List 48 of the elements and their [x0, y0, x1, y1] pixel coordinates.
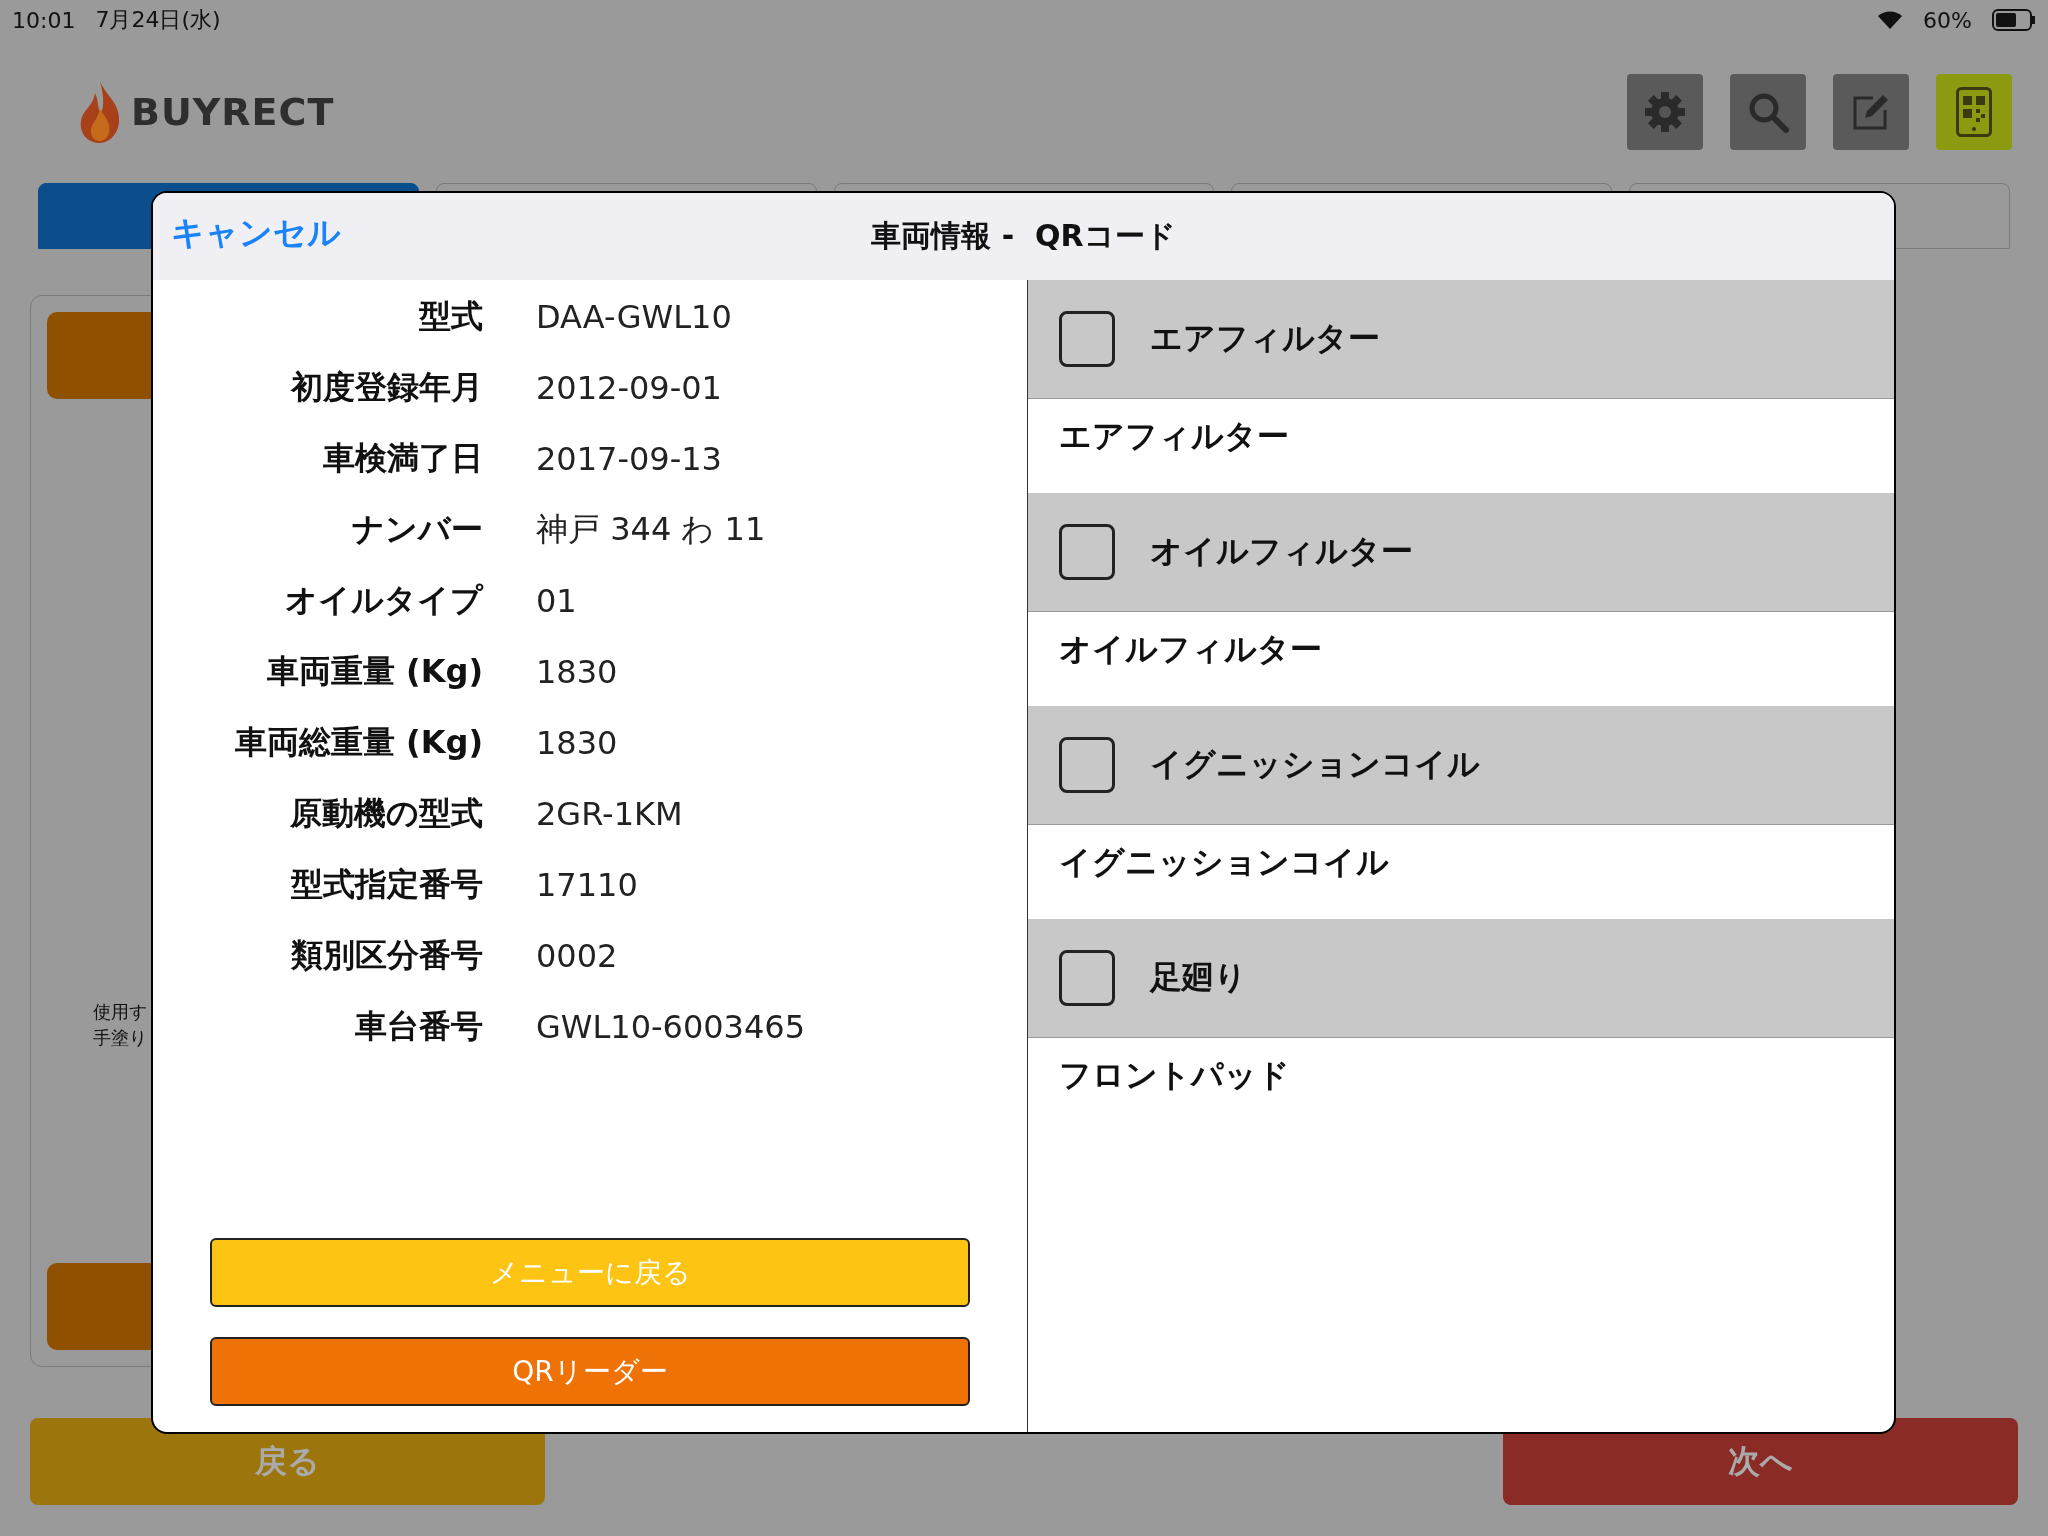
checklist-detail: オイルフィルター: [1058, 629, 1323, 670]
status-date: 7月24日(水): [95, 6, 221, 34]
field-label: 車台番号: [354, 1005, 483, 1047]
dialog-title: 車両情報 - QRコード: [871, 217, 1176, 255]
checkbox[interactable]: [1059, 950, 1115, 1006]
checklist-title: 足廻り: [1150, 957, 1247, 998]
field-value: 2GR-1KM: [536, 794, 683, 833]
toolbar-button[interactable]: [1936, 73, 2012, 150]
field-value: 2012-09-01: [536, 368, 722, 407]
field-value: 1830: [536, 652, 618, 691]
checklist-detail: フロントパッド: [1058, 1055, 1291, 1096]
app-logo-text: BUYRECT: [131, 89, 335, 134]
checklist-detail: エアフィルター: [1058, 416, 1290, 457]
qr-tablet-icon: [1956, 86, 1992, 137]
checkbox[interactable]: [1059, 524, 1115, 580]
field-label: ナンバー: [351, 508, 483, 550]
field-label: 初度登録年月: [289, 366, 483, 408]
field-value: 2017-09-13: [536, 439, 722, 478]
field-label: 原動機の型式: [289, 792, 483, 834]
settings-icon: [1643, 89, 1687, 134]
field-value: 0002: [536, 936, 618, 975]
wifi-icon: [1877, 10, 1904, 30]
checklist-detail: イグニッションコイル: [1058, 842, 1390, 883]
battery-icon: [1992, 9, 2036, 31]
field-label: 型式指定番号: [290, 863, 483, 905]
field-value: 01: [536, 581, 577, 620]
field-value: 神戸 344 わ 11: [536, 508, 766, 550]
checklist-title: オイルフィルター: [1150, 531, 1413, 572]
field-label: 類別区分番号: [290, 934, 483, 976]
battery-percent: 60%: [1923, 7, 1972, 33]
field-value: DAA-GWL10: [536, 297, 732, 336]
status-time: 10:01: [12, 7, 76, 33]
checklist-title: エアフィルター: [1150, 318, 1380, 359]
field-label: 車両重量 (Kg): [265, 650, 483, 692]
checkbox[interactable]: [1059, 311, 1115, 367]
field-value: GWL10-6003465: [536, 1007, 806, 1046]
field-label: オイルタイプ: [284, 579, 483, 621]
cancel-button[interactable]: キャンセル: [171, 211, 341, 256]
menu-button[interactable]: メニューに戻る: [210, 1238, 970, 1307]
field-label: 車両総重量 (Kg): [233, 721, 483, 763]
field-label: 車検満了日: [322, 437, 483, 479]
checkbox[interactable]: [1059, 737, 1115, 793]
field-label: 型式: [418, 295, 483, 337]
panel-note: 使用す 手塗り: [93, 1000, 147, 1050]
field-value: 1830: [536, 723, 618, 762]
field-value: 17110: [536, 865, 638, 904]
qr-reader-button[interactable]: QRリーダー: [210, 1337, 970, 1406]
checklist-title: イグニッションコイル: [1150, 744, 1480, 785]
